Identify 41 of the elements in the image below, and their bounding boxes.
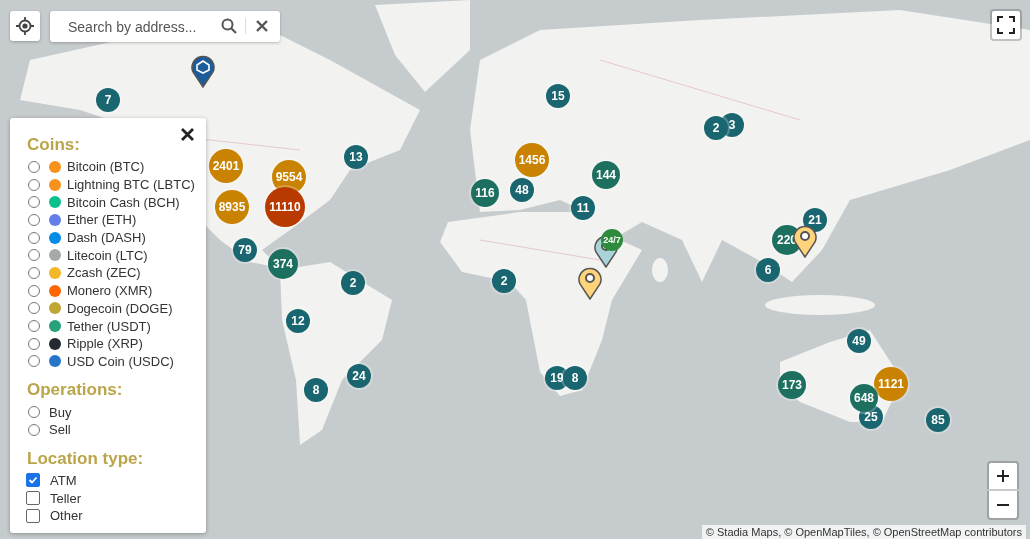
option-label[interactable]: USD Coin (USDC) bbox=[67, 353, 174, 369]
option-label[interactable]: Ripple (XRP) bbox=[67, 336, 143, 352]
map-attribution: © Stadia Maps, © OpenMapTiles, © OpenStreetMap contributors bbox=[701, 525, 1026, 539]
option-label[interactable]: Dogecoin (DOGE) bbox=[67, 300, 173, 316]
option-label[interactable]: Lightning BTC (LBTC) bbox=[67, 177, 195, 193]
section-heading: Location type: bbox=[27, 447, 144, 469]
close-button[interactable] bbox=[179, 126, 196, 143]
crosshair-icon bbox=[16, 17, 34, 35]
close-icon bbox=[181, 128, 194, 141]
search-button[interactable] bbox=[219, 16, 239, 36]
fullscreen-icon bbox=[997, 16, 1015, 34]
option-label[interactable]: Bitcoin Cash (BCH) bbox=[67, 194, 180, 210]
option-label[interactable]: ATM bbox=[50, 472, 77, 488]
option-label[interactable]: Ether (ETH) bbox=[67, 212, 137, 228]
option-label[interactable]: Sell bbox=[49, 422, 71, 438]
minus-icon bbox=[996, 502, 1010, 507]
location-pin-icon[interactable] bbox=[190, 54, 216, 88]
option-label[interactable]: Litecoin (LTC) bbox=[67, 247, 148, 263]
checkbox[interactable] bbox=[26, 473, 40, 488]
section-heading: Operations: bbox=[27, 379, 123, 401]
zoom-in-button[interactable] bbox=[987, 461, 1019, 490]
fullscreen-button[interactable] bbox=[990, 9, 1022, 41]
option-label[interactable]: Other bbox=[50, 508, 83, 524]
search-icon bbox=[221, 18, 237, 34]
option-label[interactable]: Dash (DASH) bbox=[67, 230, 146, 246]
close-icon bbox=[256, 20, 268, 32]
checkbox[interactable] bbox=[26, 491, 40, 506]
location-pin-icon[interactable] bbox=[577, 266, 603, 300]
zoom-out-button[interactable] bbox=[987, 491, 1019, 520]
option-label[interactable]: Buy bbox=[49, 404, 72, 420]
plus-icon bbox=[996, 469, 1010, 483]
checkbox[interactable] bbox=[26, 508, 40, 523]
section-heading: Coins: bbox=[27, 134, 80, 155]
checkmark-icon bbox=[28, 475, 38, 486]
option-label[interactable]: Zcash (ZEC) bbox=[67, 265, 141, 281]
locate-button[interactable] bbox=[10, 11, 40, 41]
search-field[interactable]: Search by address... bbox=[50, 11, 280, 42]
option-label[interactable]: Monero (XMR) bbox=[67, 283, 153, 299]
option-label[interactable]: Bitcoin (BTC) bbox=[67, 159, 145, 175]
option-label[interactable]: Tether (USDT) bbox=[67, 318, 151, 334]
option-label[interactable]: Teller bbox=[50, 490, 82, 506]
